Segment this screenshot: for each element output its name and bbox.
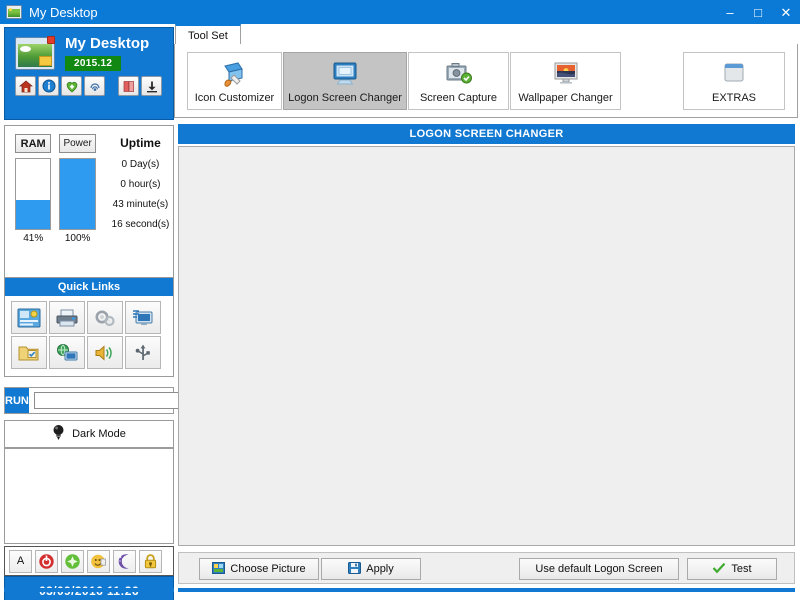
ram-bar [15, 158, 52, 230]
toolbar: Icon Customizer Logon Screen Changer Scr… [174, 44, 798, 118]
tool-button-extras[interactable]: EXTRAS [683, 52, 785, 110]
apply-label: Apply [366, 563, 394, 575]
picture-small-icon [212, 561, 226, 577]
content-header: LOGON SCREEN CHANGER [178, 124, 795, 144]
sidebar-header-panel: My Desktop 2015.12 [4, 27, 174, 120]
sidebar: My Desktop 2015.12 RAM 41% Power 100% Up… [4, 27, 184, 600]
uptime-title: Uptime [120, 136, 161, 150]
sound-icon[interactable] [87, 336, 123, 369]
close-button[interactable]: ✕ [772, 0, 800, 24]
test-button[interactable]: Test [687, 558, 777, 580]
control-panel-icon[interactable] [11, 301, 47, 334]
quick-links-grid [5, 296, 173, 369]
dark-mode-button[interactable]: Dark Mode [4, 420, 174, 448]
desktop-picture-icon [14, 35, 56, 71]
network-icon[interactable] [49, 336, 85, 369]
sidebar-header-icon-row [5, 71, 173, 96]
logoff-icon[interactable] [87, 549, 110, 573]
ram-label: RAM [15, 134, 52, 153]
power-label: Power [59, 134, 96, 153]
tab-strip: Tool Set [174, 24, 798, 45]
bottom-accent-bar [178, 588, 795, 592]
power-bar [59, 158, 96, 230]
uptime-seconds: 16 second(s) [111, 219, 170, 230]
shutdown-icon[interactable] [35, 549, 58, 573]
uptime-hours: 0 hour(s) [120, 179, 161, 190]
quick-links-panel: Quick Links [4, 277, 174, 377]
app-name: My Desktop [65, 35, 150, 52]
text-a-icon[interactable]: A [9, 549, 32, 573]
tool-button-wallpaper-changer[interactable]: Wallpaper Changer [510, 52, 621, 110]
home-icon[interactable] [15, 76, 36, 96]
run-input[interactable] [33, 392, 184, 409]
power-buttons-panel: A [4, 546, 174, 576]
favorite-icon[interactable] [61, 76, 82, 96]
ram-gauge: RAM 41% [15, 134, 52, 244]
wallpaper-icon [551, 59, 581, 89]
tool-label-icon-customizer: Icon Customizer [194, 91, 275, 104]
services-icon[interactable] [87, 301, 123, 334]
icon-customizer-icon [220, 59, 250, 89]
choose-picture-button[interactable]: Choose Picture [199, 558, 319, 580]
picture-icon [6, 5, 22, 19]
sleep-icon[interactable] [113, 549, 136, 573]
apply-button[interactable]: Apply [321, 558, 421, 580]
action-bar: Choose Picture Apply Use default Logon S… [178, 552, 795, 584]
version-badge: 2015.12 [65, 56, 122, 71]
sidebar-accent-bar [4, 588, 174, 592]
screen-capture-icon [444, 59, 474, 89]
printer-icon[interactable] [49, 301, 85, 334]
test-label: Test [731, 563, 752, 575]
extras-window-icon [719, 59, 749, 89]
tool-label-wallpaper-changer: Wallpaper Changer [518, 91, 613, 104]
uptime-block: Uptime 0 Day(s) 0 hour(s) 43 minute(s) 1… [108, 134, 173, 244]
display-settings-icon[interactable] [125, 301, 161, 334]
app-window: My Desktop – □ ✕ My Desktop 2015.12 RAM … [0, 0, 800, 600]
restart-icon[interactable] [61, 549, 84, 573]
quick-links-title: Quick Links [5, 278, 173, 296]
tool-button-logon-screen-changer[interactable]: Logon Screen Changer [283, 52, 407, 110]
uptime-days: 0 Day(s) [121, 159, 160, 170]
use-default-label: Use default Logon Screen [535, 563, 663, 575]
logon-screen-icon [330, 59, 360, 89]
tab-tool-set[interactable]: Tool Set [175, 24, 241, 45]
tool-label-screen-capture: Screen Capture [419, 91, 498, 104]
use-default-logon-screen-button[interactable]: Use default Logon Screen [519, 558, 679, 580]
run-button[interactable]: RUN [5, 388, 29, 413]
sidebar-empty-panel [4, 448, 174, 544]
power-percent: 100% [64, 233, 91, 244]
tool-button-screen-capture[interactable]: Screen Capture [408, 52, 509, 110]
dark-mode-label: Dark Mode [72, 428, 126, 440]
check-icon [712, 562, 726, 577]
tool-label-extras: EXTRAS [711, 91, 756, 104]
window-title: My Desktop [29, 4, 98, 20]
save-icon [348, 561, 362, 577]
minimize-button[interactable]: – [716, 0, 744, 24]
lightbulb-icon [52, 424, 65, 444]
usb-icon[interactable] [125, 336, 161, 369]
book-icon[interactable] [118, 76, 139, 96]
lock-icon[interactable] [139, 549, 162, 573]
title-bar: My Desktop – □ ✕ [0, 0, 800, 24]
tool-label-logon-screen-changer: Logon Screen Changer [288, 91, 402, 104]
ram-percent: 41% [23, 233, 44, 244]
tool-button-icon-customizer[interactable]: Icon Customizer [187, 52, 282, 110]
logon-preview-area[interactable] [178, 146, 795, 546]
maximize-button[interactable]: □ [744, 0, 772, 24]
choose-picture-label: Choose Picture [230, 563, 306, 575]
info-icon[interactable] [38, 76, 59, 96]
run-panel: RUN [4, 387, 184, 414]
uptime-minutes: 43 minute(s) [112, 199, 169, 210]
rss-icon[interactable] [84, 76, 105, 96]
power-gauge: Power 100% [59, 134, 96, 244]
window-controls: – □ ✕ [716, 0, 800, 24]
system-monitor-panel: RAM 41% Power 100% Uptime 0 Day(s) 0 hou… [4, 125, 174, 287]
folder-options-icon[interactable] [11, 336, 47, 369]
download-icon[interactable] [141, 76, 162, 96]
